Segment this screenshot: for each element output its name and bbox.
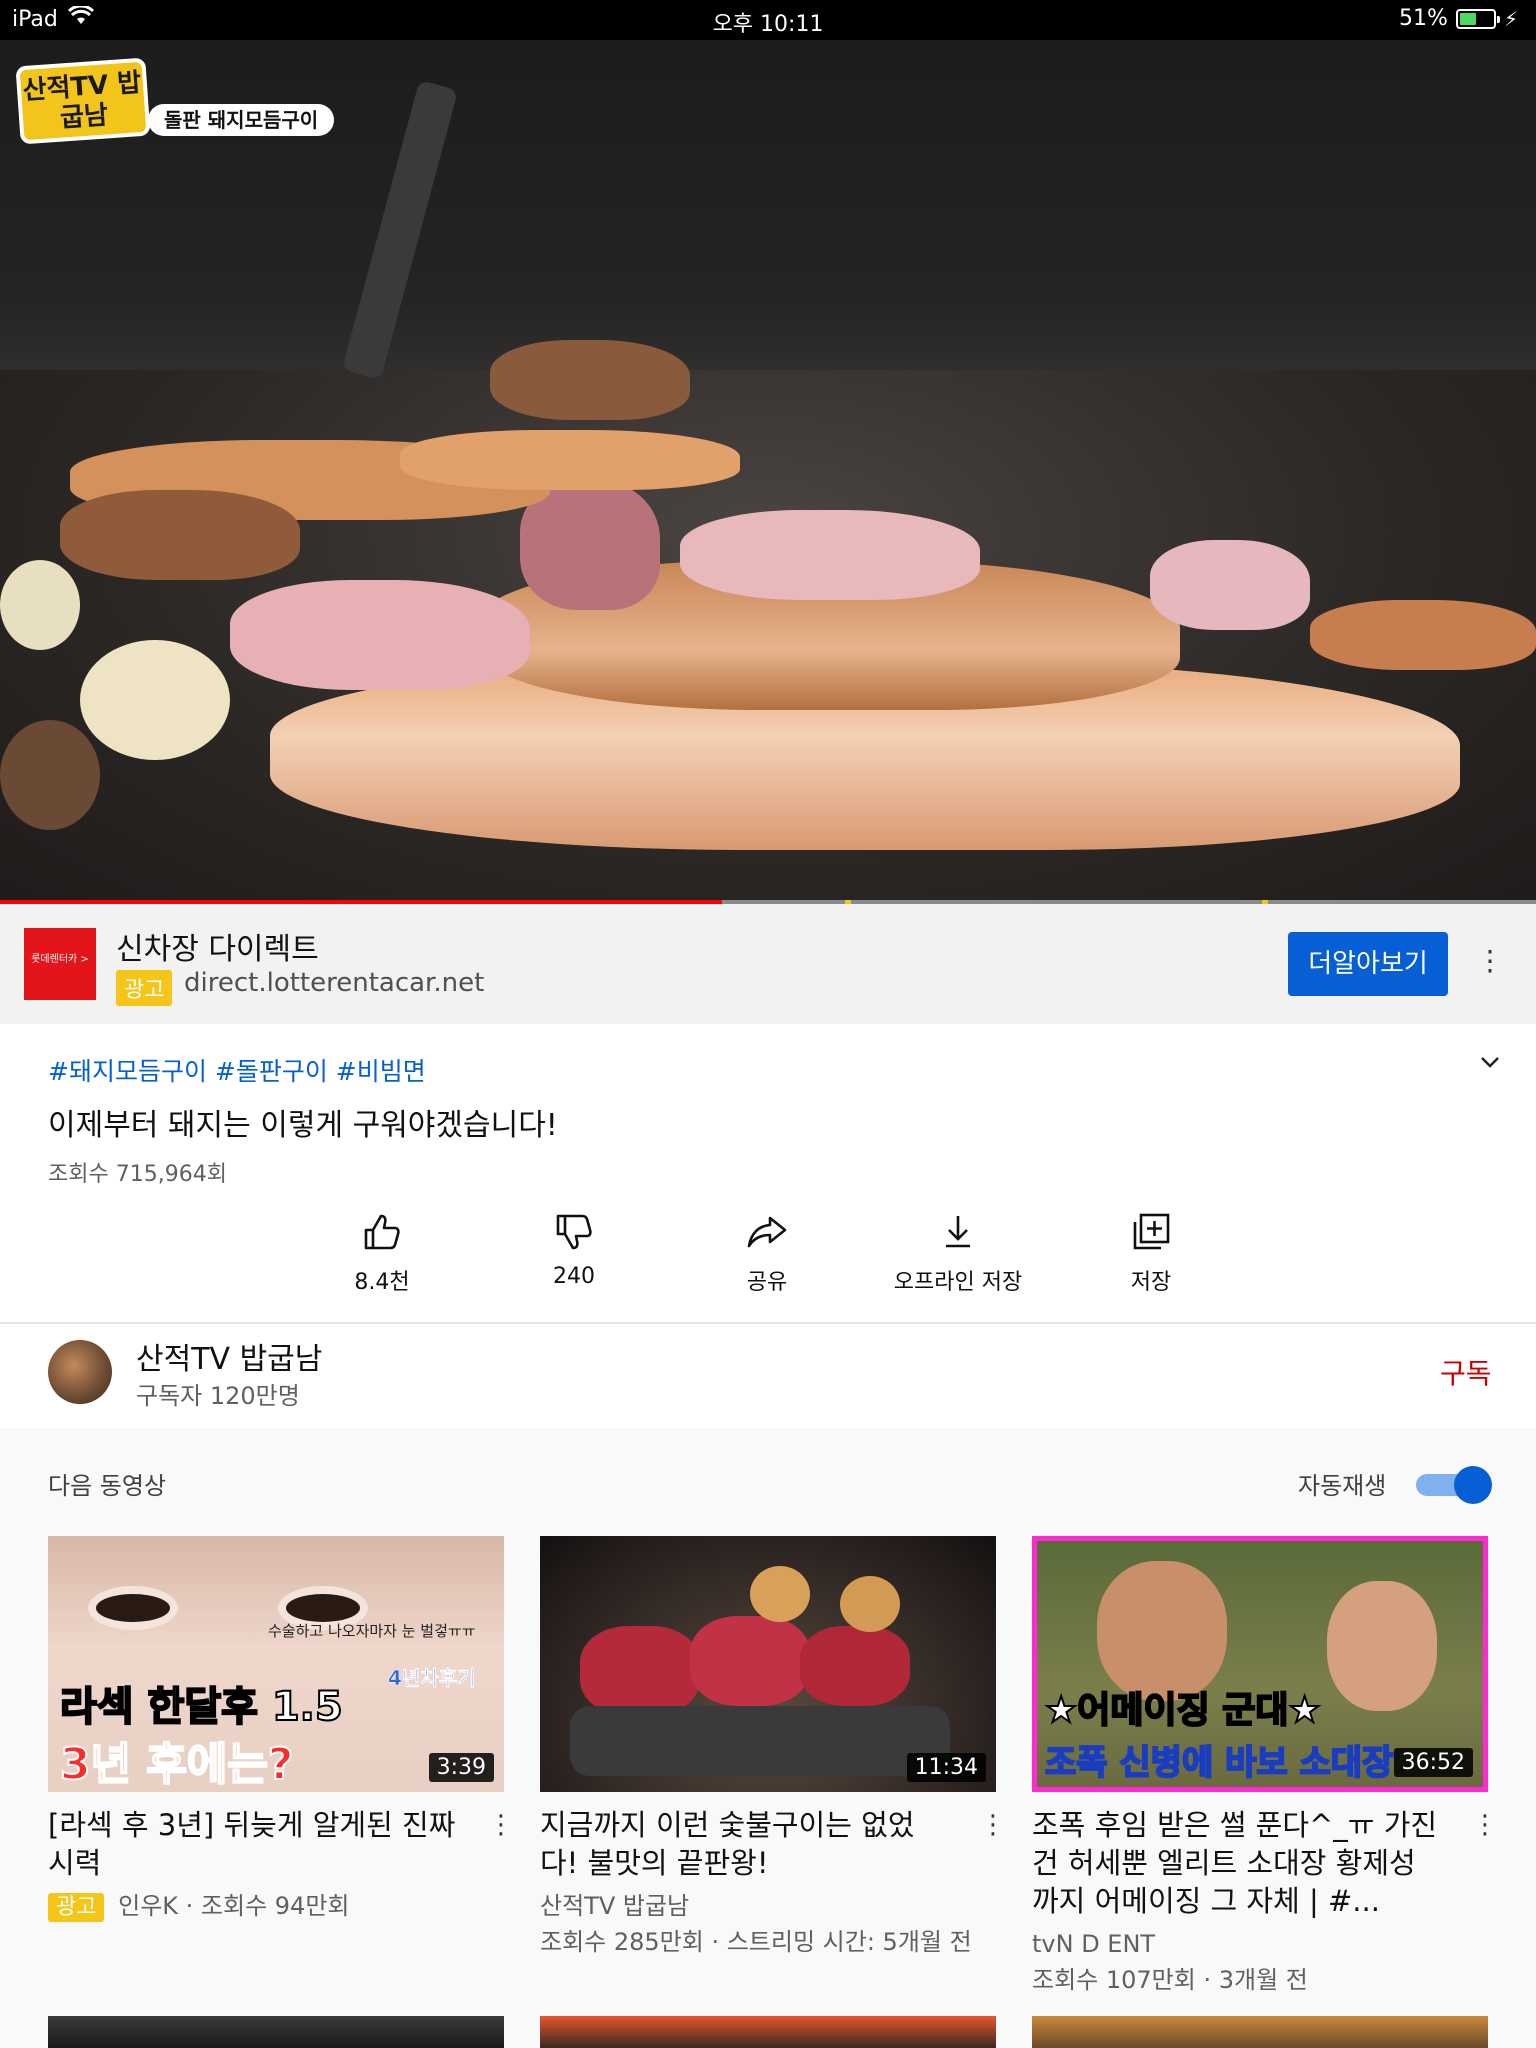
onion-graphic: [750, 1566, 810, 1622]
video-card-channel[interactable]: tvN D ENT: [1032, 1928, 1155, 1960]
add-to-playlist-icon: [1071, 1210, 1231, 1256]
autoplay-label: 자동재생: [1298, 1472, 1387, 1500]
subscribe-button[interactable]: 구독: [1440, 1352, 1492, 1392]
dislike-button[interactable]: 240: [494, 1210, 654, 1289]
video-duration: 11:34: [906, 1753, 986, 1782]
up-next-label: 다음 동영상: [48, 1472, 167, 1500]
clock: 오후 10:11: [712, 12, 824, 37]
subscriber-count: 구독자 120만명: [136, 1382, 300, 1410]
share-icon: [687, 1210, 847, 1256]
download-button[interactable]: 오프라인 저장: [878, 1210, 1038, 1296]
episode-label: 돌판 돼지모듬구이: [148, 104, 335, 136]
garlic: [80, 640, 230, 760]
more-options-icon[interactable]: ⋮: [488, 1810, 514, 1840]
pork-slice: [1310, 600, 1536, 670]
onion-graphic: [840, 1576, 900, 1632]
pork-slice: [400, 430, 740, 490]
ad-badge: 광고: [116, 970, 173, 1006]
pork-slice: [60, 490, 300, 580]
more-options-icon[interactable]: ⋮: [980, 1810, 1006, 1840]
ad-title[interactable]: 신차장 다이렉트: [116, 924, 319, 968]
download-icon: [878, 1210, 1038, 1256]
pork-slice: [490, 340, 690, 420]
channel-logo-overlay: 산적TV 밥굽남: [15, 57, 151, 145]
dislike-count: 240: [553, 1264, 595, 1289]
ad-url[interactable]: direct.lotterentacar.net: [184, 968, 484, 998]
charging-icon: ⚡: [1503, 6, 1518, 31]
avatar[interactable]: [48, 1340, 112, 1404]
mushroom: [0, 720, 100, 830]
save-label: 저장: [1130, 1270, 1172, 1295]
video-thumbnail[interactable]: ★어메이징 군대★ 조폭 신병에 바보 소대장 36:52: [1032, 1536, 1488, 1792]
thumbnail-headline-2: 3년 후에는?: [59, 1738, 294, 1791]
pork-slice: [680, 510, 980, 600]
video-player[interactable]: 산적TV 밥굽남 돌판 돼지모듬구이: [0, 40, 1536, 904]
learn-more-button[interactable]: 더알아보기: [1288, 932, 1448, 996]
battery-percent: 51%: [1399, 6, 1448, 31]
ad-banner[interactable]: 롯데렌터카 > 신차장 다이렉트 광고 direct.lotterentacar…: [0, 904, 1536, 1024]
video-title: 이제부터 돼지는 이렇게 구워야겠습니다!: [48, 1108, 558, 1143]
video-card-meta: 조회수 285만회 · 스트리밍 시간: 5개월 전: [540, 1928, 972, 1956]
hashtags[interactable]: #돼지모듬구이 #돌판구이 #비빔면: [48, 1052, 426, 1088]
thumbnail-headline: ★어메이징 군대★: [1044, 1689, 1322, 1732]
download-label: 오프라인 저장: [893, 1270, 1023, 1295]
share-label: 공유: [746, 1270, 788, 1295]
pork-slice: [230, 580, 530, 690]
steak-graphic: [580, 1626, 700, 1716]
ad-badge: 광고: [48, 1893, 105, 1922]
video-card[interactable]: ★어메이징 군대★ 조폭 신병에 바보 소대장 36:52 조폭 후임 받은 썰…: [1032, 1536, 1498, 1994]
thumbs-down-icon: [494, 1210, 654, 1256]
share-button[interactable]: 공유: [687, 1210, 847, 1296]
face-graphic: [1327, 1581, 1437, 1711]
steak-graphic: [690, 1616, 810, 1706]
video-card[interactable]: 수술하고 나오자마자 눈 벌겋ㅠㅠ 라섹 한달후 1.5 3년 후에는? 4년차…: [48, 1536, 514, 1922]
charcoal-graphic: [570, 1706, 950, 1776]
video-card-channel[interactable]: 산적TV 밥굽남: [540, 1890, 689, 1922]
video-thumbnail[interactable]: [1032, 2016, 1488, 2048]
face-graphic: [1097, 1561, 1227, 1701]
video-duration: 3:39: [428, 1753, 494, 1782]
video-card-meta: 조회수 107만회 · 3개월 전: [1032, 1966, 1308, 1994]
thumbnail-tag: 4년차후기: [388, 1666, 476, 1691]
video-thumbnail[interactable]: 11:34: [540, 1536, 996, 1792]
channel-name[interactable]: 산적TV 밥굽남: [136, 1334, 322, 1378]
video-card-title[interactable]: [라섹 후 3년] 뒤늦게 알게된 진짜 시력: [48, 1806, 458, 1882]
garlic: [0, 560, 80, 650]
chevron-down-icon[interactable]: [1480, 1050, 1500, 1075]
like-button[interactable]: 8.4천: [302, 1210, 462, 1296]
ad-more-icon[interactable]: ⋮: [1476, 944, 1504, 977]
pork-slice: [1150, 540, 1310, 630]
video-thumbnail[interactable]: [48, 2016, 504, 2048]
thumbnail-headline: 라섹 한달후 1.5: [59, 1683, 344, 1731]
status-bar: iPad 오후 10:11 51% ⚡: [0, 0, 1536, 40]
eye-graphic: [88, 1586, 178, 1630]
autoplay-toggle[interactable]: [1416, 1466, 1492, 1504]
like-count: 8.4천: [354, 1270, 410, 1295]
video-card-meta: 광고 인우K · 조회수 94만회: [48, 1890, 349, 1924]
save-button[interactable]: 저장: [1071, 1210, 1231, 1296]
steak-graphic: [800, 1626, 910, 1706]
advertiser-logo: 롯데렌터카 >: [24, 928, 96, 1000]
tongs: [341, 79, 459, 381]
more-options-icon[interactable]: ⋮: [1472, 1810, 1498, 1840]
thumbs-up-icon: [302, 1210, 462, 1256]
divider: [0, 1322, 1536, 1324]
thumbnail-headline-2: 조폭 신병에 바보 소대장: [1044, 1742, 1394, 1784]
battery-icon: [1455, 8, 1500, 29]
video-thumbnail[interactable]: 수술하고 나오자마자 눈 벌겋ㅠㅠ 라섹 한달후 1.5 3년 후에는? 4년차…: [48, 1536, 504, 1792]
video-duration: 36:52: [1393, 1748, 1473, 1777]
thumbnail-caption: 수술하고 나오자마자 눈 벌겋ㅠㅠ: [268, 1622, 476, 1640]
view-count: 조회수 715,964회: [48, 1162, 227, 1187]
video-thumbnail[interactable]: [540, 2016, 996, 2048]
video-card-title[interactable]: 조폭 후임 받은 썰 푼다^_ㅠ 가진 건 허세뿐 엘리트 소대장 황제성까지 …: [1032, 1806, 1442, 1920]
toggle-knob: [1454, 1466, 1492, 1504]
action-bar: 8.4천 240 공유 오프라인 저장 저장: [0, 1210, 1536, 1310]
video-card[interactable]: 11:34 지금까지 이런 숯불구이는 없었다! 불맛의 끝판왕! ⋮ 산적TV…: [540, 1536, 1006, 1956]
video-card-title[interactable]: 지금까지 이런 숯불구이는 없었다! 불맛의 끝판왕!: [540, 1806, 950, 1882]
video-card-channel-views: 인우K · 조회수 94만회: [118, 1892, 350, 1920]
